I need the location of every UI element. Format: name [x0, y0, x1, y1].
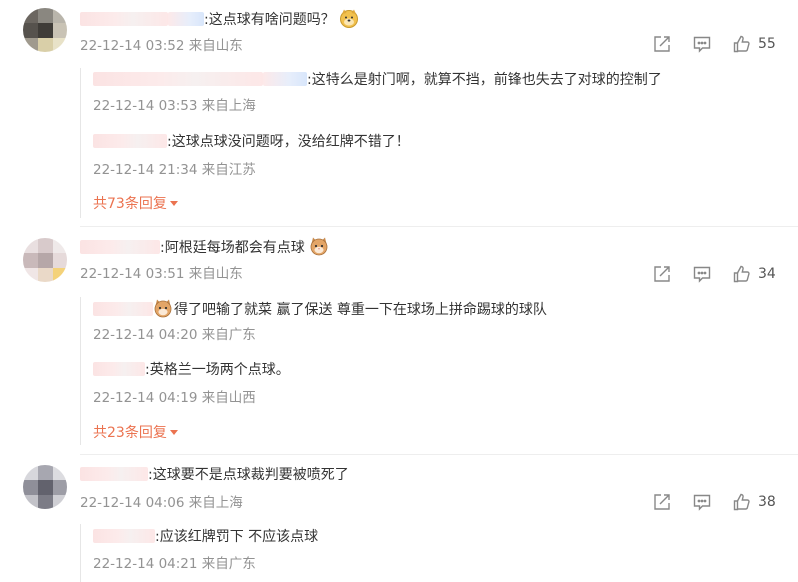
reply-time: 22-12-14 04:20 — [93, 327, 198, 343]
cat-emoji-icon — [310, 237, 328, 256]
reply-time: 22-12-14 03:53 — [93, 98, 198, 114]
comment-time: 22-12-14 03:52 — [80, 38, 185, 54]
like-icon[interactable] — [732, 492, 752, 512]
like-count: 34 — [758, 266, 776, 282]
avatar[interactable] — [23, 8, 67, 52]
cat-emoji-icon — [154, 299, 172, 318]
like-count: 38 — [758, 494, 776, 510]
reply-item: :这球点球没问题呀，没给红牌不错了！ — [93, 132, 410, 152]
reply-location: 来自山西 — [201, 390, 256, 406]
reply-item: 得了吧输了就菜 赢了保送 尊重一下在球场上拼命踢球的球队 — [93, 298, 547, 320]
reply-time: 22-12-14 04:21 — [93, 556, 198, 572]
reply-item: :应该红牌罚下 不应该点球 — [93, 527, 318, 547]
divider — [80, 226, 798, 227]
username[interactable] — [168, 12, 204, 26]
username[interactable] — [93, 72, 263, 86]
username[interactable] — [93, 302, 153, 316]
like-count: 55 — [758, 36, 776, 52]
avatar[interactable] — [23, 238, 67, 282]
username[interactable] — [80, 12, 168, 26]
username[interactable] — [80, 467, 148, 481]
reply-location: 来自江苏 — [201, 162, 256, 178]
username[interactable] — [93, 134, 167, 148]
doge-emoji-icon — [340, 9, 359, 28]
comment-text: :这点球有啥问题吗？ — [204, 12, 335, 28]
reply-item: :这特么是射门啊，就算不挡，前锋也失去了对球的控制了 — [93, 70, 662, 90]
caret-down-icon — [169, 430, 178, 435]
reply-time: 22-12-14 04:19 — [93, 390, 198, 406]
reply-location: 来自广东 — [201, 327, 256, 343]
comment-icon[interactable] — [692, 34, 712, 54]
comment-actions: 55 — [650, 34, 780, 58]
reply-location: 来自上海 — [201, 98, 256, 114]
comment-icon[interactable] — [692, 492, 712, 512]
comment-text: :阿根廷每场都会有点球 — [160, 240, 305, 256]
reply-text: :英格兰一场两个点球。 — [145, 362, 290, 378]
reply-text: :应该红牌罚下 不应该点球 — [155, 529, 319, 545]
reply-location: 来自广东 — [201, 556, 256, 572]
username[interactable] — [80, 240, 160, 254]
like-icon[interactable] — [732, 264, 752, 284]
more-replies-link[interactable]: 共73条回复 — [93, 194, 178, 214]
comment-icon[interactable] — [692, 264, 712, 284]
avatar[interactable] — [23, 465, 67, 509]
comment-text: :这球要不是点球裁判要被喷死了 — [148, 467, 349, 483]
comment-time: 22-12-14 04:06 — [80, 495, 185, 511]
comment-actions: 38 — [650, 492, 780, 516]
share-icon[interactable] — [652, 34, 672, 54]
reply-text: :这球点球没问题呀，没给红牌不错了！ — [167, 134, 410, 150]
caret-down-icon — [169, 201, 178, 206]
share-icon[interactable] — [652, 492, 672, 512]
reply-list: 得了吧输了就菜 赢了保送 尊重一下在球场上拼命踢球的球队 22-12-14 04… — [80, 297, 780, 445]
reply-text: 得了吧输了就菜 赢了保送 尊重一下在球场上拼命踢球的球队 — [174, 302, 547, 318]
comment-time: 22-12-14 03:51 — [80, 266, 185, 282]
reply-list: :应该红牌罚下 不应该点球 22-12-14 04:21 来自广东 — [80, 524, 780, 582]
username[interactable] — [263, 72, 307, 86]
more-replies-label: 共23条回复 — [93, 425, 167, 441]
reply-list: :这特么是射门啊，就算不挡，前锋也失去了对球的控制了 22-12-14 03:5… — [80, 68, 780, 218]
comment-location: 来自山东 — [188, 266, 243, 282]
share-icon[interactable] — [652, 264, 672, 284]
reply-text: :这特么是射门啊，就算不挡，前锋也失去了对球的控制了 — [307, 72, 662, 88]
more-replies-label: 共73条回复 — [93, 196, 167, 212]
comment-location: 来自山东 — [188, 38, 243, 54]
like-icon[interactable] — [732, 34, 752, 54]
reply-item: :英格兰一场两个点球。 — [93, 360, 290, 380]
divider — [80, 454, 798, 455]
comment-location: 来自上海 — [188, 495, 243, 511]
comment-actions: 34 — [650, 264, 780, 288]
username[interactable] — [93, 362, 145, 376]
more-replies-link[interactable]: 共23条回复 — [93, 423, 178, 443]
reply-time: 22-12-14 21:34 — [93, 162, 198, 178]
username[interactable] — [93, 529, 155, 543]
